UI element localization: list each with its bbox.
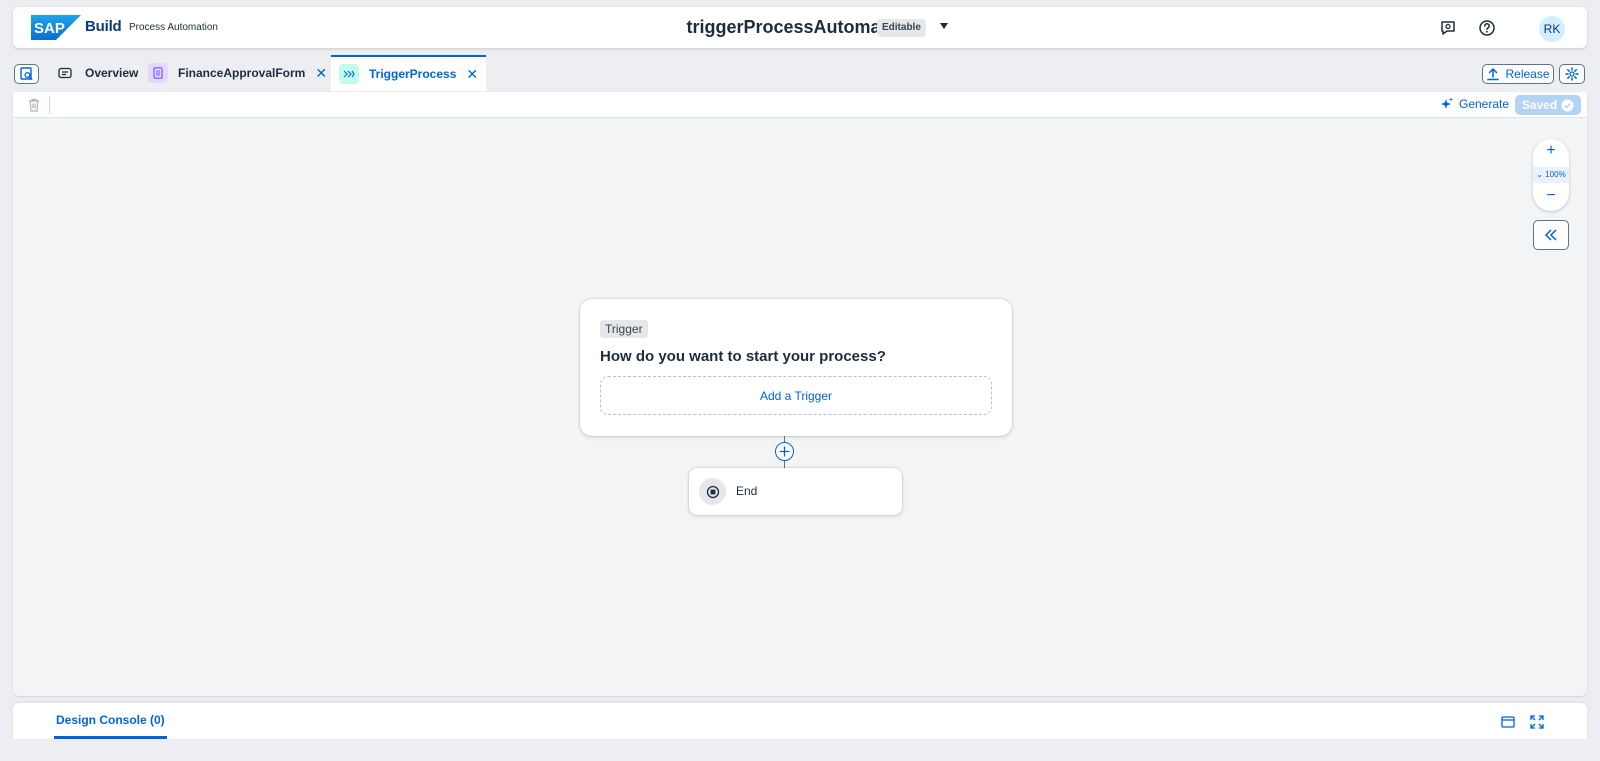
process-icon — [339, 64, 359, 84]
tab-design-console[interactable]: Design Console (0) — [54, 703, 167, 739]
canvas-toolbar: Generate Saved — [13, 92, 1587, 118]
tab-label: TriggerProcess — [369, 67, 457, 81]
page-title: triggerProcessAutomation — [686, 17, 914, 37]
shell-bar: SAP Build Process Automation triggerProc… — [13, 7, 1587, 48]
tab-label: Overview — [85, 66, 139, 80]
trigger-card: Trigger How do you want to start your pr… — [580, 299, 1012, 436]
sparkle-icon — [1441, 97, 1453, 109]
process-canvas-panel: Generate Saved + ⌄ 100% − Trigger How do… — [13, 92, 1587, 696]
search-document-icon — [20, 67, 33, 81]
generate-label: Generate — [1459, 97, 1510, 111]
zoom-in-button[interactable]: + — [1533, 142, 1569, 160]
logo-text: SAP — [34, 20, 65, 37]
plus-icon — [779, 446, 790, 457]
add-step-button[interactable] — [775, 442, 794, 461]
tab-overview[interactable]: Overview — [55, 55, 138, 91]
delete-icon[interactable] — [27, 97, 41, 113]
tab-finance-approval-form[interactable]: FinanceApprovalForm ✕ — [148, 55, 327, 91]
feedback-icon[interactable] — [1438, 18, 1458, 38]
fullscreen-icon[interactable] — [1530, 715, 1544, 729]
chevron-down-icon: ⌄ — [1536, 170, 1546, 179]
zoom-control: + ⌄ 100% − — [1533, 139, 1569, 211]
stop-icon — [699, 478, 726, 505]
help-icon[interactable] — [1477, 18, 1497, 38]
double-chevron-left-icon — [1544, 229, 1557, 241]
trigger-tag: Trigger — [600, 320, 648, 338]
tab-label: FinanceApprovalForm — [178, 66, 306, 80]
saved-label: Saved — [1521, 98, 1558, 112]
end-node[interactable]: End — [689, 468, 902, 515]
design-console: Design Console (0) — [13, 703, 1587, 739]
brand-name: Build — [85, 18, 122, 35]
generate-button[interactable]: Generate — [1440, 97, 1509, 111]
add-trigger-button[interactable]: Add a Trigger — [600, 376, 992, 415]
find-artifact-button[interactable] — [14, 64, 39, 84]
zoom-out-button[interactable]: − — [1533, 187, 1569, 205]
zoom-level: 100% — [1545, 170, 1566, 179]
release-label: Release — [1505, 67, 1550, 81]
sap-logo[interactable]: SAP — [31, 15, 81, 40]
trigger-question: How do you want to start your process? — [600, 348, 886, 365]
editable-badge: Editable — [877, 19, 926, 37]
close-icon[interactable]: ✕ — [315, 65, 327, 82]
end-label: End — [736, 484, 758, 498]
editor-tab-bar: Overview FinanceApprovalForm ✕ TriggerPr… — [13, 55, 1587, 91]
gear-icon — [1565, 67, 1579, 81]
close-icon[interactable]: ✕ — [466, 66, 478, 83]
release-button[interactable]: Release — [1482, 64, 1554, 84]
checkmark-icon — [1561, 99, 1574, 111]
tab-trigger-process[interactable]: TriggerProcess ✕ — [331, 55, 487, 91]
saved-status-button: Saved — [1515, 95, 1581, 115]
upload-icon — [1487, 67, 1500, 81]
mode-dropdown-icon[interactable] — [940, 23, 948, 29]
settings-button[interactable] — [1559, 64, 1585, 84]
overview-icon — [55, 63, 75, 83]
user-avatar[interactable]: RK — [1539, 16, 1565, 42]
collapse-panel-button[interactable] — [1533, 220, 1569, 250]
form-icon — [148, 63, 168, 83]
toolbar-divider — [49, 96, 50, 114]
zoom-level-select[interactable]: ⌄ 100% — [1533, 167, 1569, 183]
product-name: Process Automation — [129, 22, 218, 33]
panel-layout-icon[interactable] — [1501, 715, 1515, 729]
